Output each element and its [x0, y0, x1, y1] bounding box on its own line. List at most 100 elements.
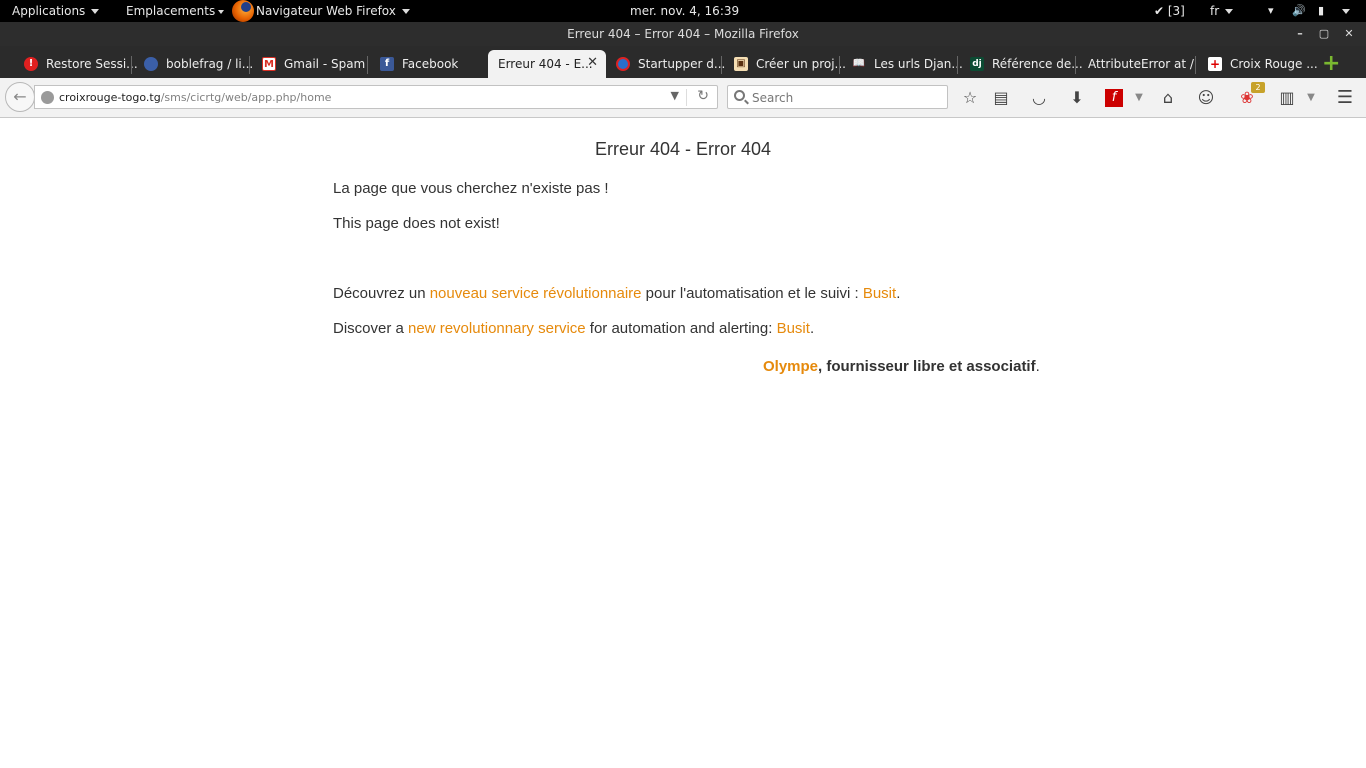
close-window-button[interactable]: ✕	[1340, 25, 1358, 43]
system-menu[interactable]	[1336, 4, 1350, 18]
tab-github[interactable]: boblefrag / li...	[132, 50, 253, 78]
tab-creer-projet[interactable]: ▣ Créer un proj...	[722, 50, 846, 78]
text-span: .	[896, 285, 901, 302]
tab-django-urls[interactable]: 📖 Les urls Djan...	[840, 50, 963, 78]
message-en: This page does not exist!	[333, 215, 500, 232]
minimize-button[interactable]: –	[1291, 25, 1309, 43]
facebook-icon: f	[380, 57, 394, 71]
site-identity-icon[interactable]	[41, 91, 54, 104]
tab-label: Startupper d...	[638, 57, 726, 71]
busit-link-en[interactable]: Busit	[777, 320, 810, 337]
tab-attribute-error[interactable]: AttributeError at /	[1076, 50, 1196, 78]
url-path: /sms/cicrtg/web/app.php/home	[160, 91, 332, 104]
active-app-label: Navigateur Web Firefox	[256, 4, 396, 18]
search-icon	[734, 90, 745, 101]
restore-icon: !	[24, 57, 38, 71]
wifi-icon[interactable]: ▾	[1268, 4, 1274, 17]
tab-gmail[interactable]: M Gmail - Spam	[250, 50, 368, 78]
updates-indicator[interactable]: ✔ [3]	[1154, 4, 1185, 18]
flash-dropdown-icon[interactable]: ▼	[1129, 88, 1149, 108]
busit-link-fr[interactable]: Busit	[863, 285, 896, 302]
text-span: .	[1035, 358, 1040, 375]
window-title: Erreur 404 – Error 404 – Mozilla Firefox	[567, 27, 799, 41]
gmail-icon: M	[262, 57, 276, 71]
places-menu[interactable]: Emplacements	[126, 4, 225, 18]
book-icon: 📖	[852, 58, 866, 69]
maximize-button[interactable]: ▢	[1315, 25, 1333, 43]
discover-en: Discover a new revolutionnary service fo…	[333, 320, 814, 337]
battery-icon[interactable]: ▮	[1318, 4, 1324, 17]
tab-django-reference[interactable]: dj Référence de...	[958, 50, 1083, 78]
tab-error-404[interactable]: Erreur 404 - E... ✕	[488, 50, 606, 78]
github-icon	[144, 57, 158, 71]
clock[interactable]: mer. nov. 4, 16:39	[630, 4, 739, 18]
history-dropdown-icon[interactable]: ▼	[671, 89, 679, 102]
message-fr: La page que vous cherchez n'existe pas !	[333, 180, 609, 197]
tab-label: Erreur 404 - E...	[498, 57, 593, 71]
tab-restore-session[interactable]: ! Restore Sessi...	[12, 50, 138, 78]
clipboard-dropdown-icon[interactable]: ▼	[1301, 88, 1321, 108]
tab-label: Créer un proj...	[756, 57, 846, 71]
navigation-toolbar: ← croixrouge-togo.tg/sms/cicrtg/web/app.…	[0, 78, 1366, 118]
chevron-down-icon	[401, 9, 410, 14]
signature-text: , fournisseur libre et associatif	[818, 358, 1036, 375]
tab-croix-rouge[interactable]: + Croix Rouge ...	[1196, 50, 1318, 78]
tab-strip: ! Restore Sessi... boblefrag / li... M G…	[0, 46, 1366, 78]
tab-label: AttributeError at /	[1088, 57, 1194, 71]
reload-icon[interactable]: ↻	[697, 88, 709, 104]
chat-icon[interactable]: ☺	[1196, 88, 1216, 108]
applications-menu[interactable]: Applications	[12, 4, 100, 18]
keyboard-layout-label: fr	[1210, 4, 1220, 18]
text-span: Discover a	[333, 320, 409, 337]
search-bar[interactable]: Search	[727, 85, 948, 109]
provider-signature: Olympe, fournisseur libre et associatif.	[763, 358, 1040, 375]
tab-label: Facebook	[402, 57, 459, 71]
flash-icon[interactable]: f	[1105, 89, 1123, 107]
tab-label: Référence de...	[992, 57, 1083, 71]
url-divider	[686, 89, 687, 106]
downloads-icon[interactable]: ⬇	[1067, 88, 1087, 108]
page-content: Erreur 404 - Error 404 La page que vous …	[0, 118, 1366, 768]
places-label: Emplacements	[126, 4, 216, 18]
page-icon: ▣	[734, 57, 748, 71]
text-span: pour l'automatisation et le suivi :	[641, 285, 863, 302]
active-app-menu[interactable]: Navigateur Web Firefox	[256, 4, 410, 18]
tab-startupper[interactable]: Startupper d...	[604, 50, 726, 78]
discover-fr: Découvrez un nouveau service révolutionn…	[333, 285, 900, 302]
back-button[interactable]: ←	[5, 82, 35, 112]
tab-facebook[interactable]: f Facebook	[368, 50, 486, 78]
chevron-down-icon	[1342, 9, 1350, 14]
url-text: croixrouge-togo.tg/sms/cicrtg/web/app.ph…	[59, 91, 331, 104]
clipboard-icon[interactable]: ▥	[1277, 88, 1297, 108]
text-span: .	[809, 320, 815, 337]
text-span: for automation and alerting:	[585, 320, 777, 337]
django-icon: dj	[970, 57, 984, 71]
chevron-down-icon	[218, 9, 225, 14]
url-bar[interactable]: croixrouge-togo.tg/sms/cicrtg/web/app.ph…	[34, 85, 718, 109]
home-icon[interactable]: ⌂	[1158, 88, 1178, 108]
firefox-icon	[232, 0, 254, 22]
pocket-icon[interactable]: ◡	[1029, 88, 1049, 108]
service-link-en[interactable]: new revolutionnary service	[408, 320, 586, 337]
text-span: Découvrez un	[333, 285, 430, 302]
tab-label: Gmail - Spam	[284, 57, 366, 71]
globe-icon	[616, 57, 630, 71]
page-title: Erreur 404 - Error 404	[594, 139, 772, 159]
close-tab-icon[interactable]: ✕	[587, 55, 598, 70]
url-host: croixrouge-togo.tg	[59, 91, 161, 104]
search-placeholder: Search	[752, 91, 794, 105]
reading-list-icon[interactable]: ▤	[991, 88, 1011, 108]
olympe-link[interactable]: Olympe	[763, 358, 818, 375]
volume-icon[interactable]: 🔊	[1292, 4, 1306, 17]
applications-label: Applications	[12, 4, 86, 18]
window-title-bar: Erreur 404 – Error 404 – Mozilla Firefox…	[0, 22, 1366, 46]
service-link-fr[interactable]: nouveau service révolutionnaire	[430, 285, 642, 302]
keyboard-layout-menu[interactable]: fr	[1210, 4, 1234, 18]
bookmark-star-icon[interactable]: ☆	[960, 88, 980, 108]
tab-label: Restore Sessi...	[46, 57, 138, 71]
hamburger-menu-icon[interactable]: ☰	[1335, 88, 1355, 108]
new-tab-button[interactable]: +	[1322, 53, 1342, 75]
chevron-down-icon	[1225, 9, 1234, 14]
extension-badge: 2	[1251, 82, 1265, 93]
red-cross-icon: +	[1208, 57, 1222, 71]
